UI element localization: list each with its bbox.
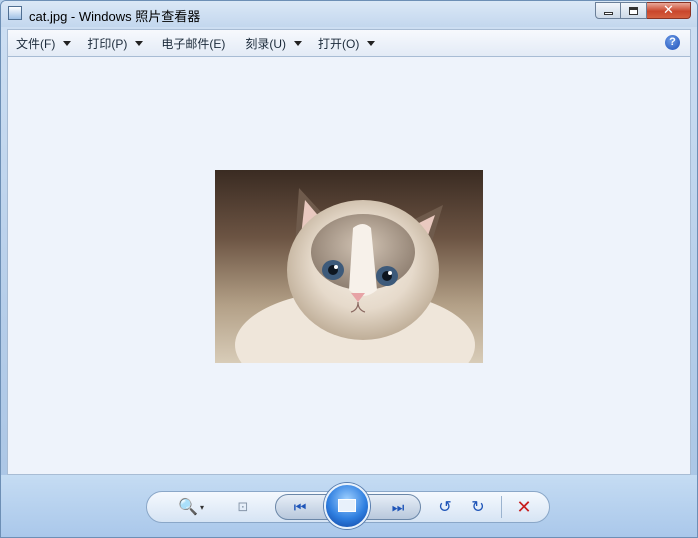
dropdown-arrow-icon: [135, 40, 144, 46]
menu-open-label: 打开(O): [318, 36, 360, 51]
menu-email[interactable]: 电子邮件(E): [153, 30, 233, 56]
actual-size-icon[interactable]: ⊡: [233, 498, 253, 516]
dropdown-arrow-icon: [294, 40, 302, 46]
photo-viewer-app-icon[interactable]: [8, 6, 22, 20]
caption-buttons: ✕: [595, 2, 691, 20]
menu-file-label: 文件(F): [16, 36, 56, 51]
delete-glyph: ✕: [516, 496, 532, 517]
menu-open[interactable]: 打开(O): [310, 30, 383, 56]
cat-photo-illustration: [235, 188, 475, 363]
title-bar[interactable]: cat.jpg - Windows 照片查看器 ✕: [1, 1, 697, 27]
previous-glyph: ⏮: [293, 498, 307, 515]
rotate-counterclockwise-icon[interactable]: ↺: [435, 498, 455, 516]
rotate-clockwise-icon[interactable]: ↻: [468, 498, 488, 516]
dropdown-arrow-icon: [367, 40, 376, 46]
menu-file[interactable]: 文件(F): [8, 30, 79, 56]
menu-print-label: 打印(P): [87, 36, 128, 51]
menu-print[interactable]: 打印(P): [79, 30, 151, 56]
zoom-icon[interactable]: 🔍 ▾: [174, 498, 208, 516]
window-title: cat.jpg - Windows 照片查看器: [29, 9, 201, 24]
menu-bar: 文件(F) 打印(P) 电子邮件(E) 刻录(U) 打开(O) ?: [7, 29, 691, 57]
actual-size-glyph: ⊡: [237, 499, 249, 514]
next-glyph: ⏭: [391, 498, 405, 515]
photo-viewer-window: cat.jpg - Windows 照片查看器 ✕ 文件(F) 打印(P) 电子…: [0, 0, 698, 538]
close-icon[interactable]: ✕: [647, 2, 691, 19]
previous-icon[interactable]: ⏮: [287, 498, 313, 516]
close-glyph: ✕: [663, 2, 674, 17]
menu-burn[interactable]: 刻录(U): [237, 30, 310, 56]
rotate-ccw-glyph: ↺: [438, 499, 452, 516]
maximize-icon[interactable]: [621, 2, 647, 19]
zoom-dropdown-arrow-icon[interactable]: ▾: [200, 503, 204, 512]
menu-burn-label: 刻录(U): [245, 36, 286, 51]
dropdown-arrow-icon: [63, 40, 72, 46]
toolbar-separator: [501, 496, 502, 518]
menu-email-label: 电子邮件(E): [161, 36, 226, 51]
rotate-cw-glyph: ↻: [471, 499, 485, 516]
delete-icon[interactable]: ✕: [513, 496, 535, 517]
slideshow-screen: [338, 499, 356, 512]
image-viewport[interactable]: [7, 57, 691, 475]
help-glyph: ?: [669, 36, 676, 48]
slideshow-icon[interactable]: [324, 483, 370, 529]
cat-photo[interactable]: [215, 170, 483, 363]
minimize-icon[interactable]: [595, 2, 621, 19]
zoom-glyph: 🔍: [178, 499, 198, 516]
help-icon[interactable]: ?: [665, 35, 680, 50]
next-icon[interactable]: ⏭: [385, 498, 411, 516]
